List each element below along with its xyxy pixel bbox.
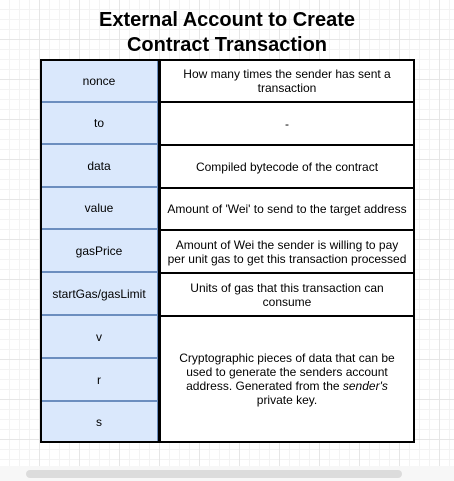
field-gasprice[interactable]: gasPrice [40,229,158,272]
signature-description-after: private key. [256,393,318,407]
field-r[interactable]: r [40,358,158,401]
field-s[interactable]: s [40,401,158,443]
field-value[interactable]: value [40,187,158,229]
field-v[interactable]: v [40,315,158,358]
description-startgas[interactable]: Units of gas that this transaction can c… [159,272,415,317]
description-value[interactable]: Amount of 'Wei' to send to the target ad… [159,187,415,231]
signature-description-emphasis: sender's [342,379,388,393]
horizontal-scrollbar-thumb[interactable] [26,470,402,478]
description-to[interactable]: - [159,101,415,146]
description-gasprice[interactable]: Amount of Wei the sender is willing to p… [159,229,415,274]
title-line-2: Contract Transaction [126,34,328,56]
description-data[interactable]: Compiled bytecode of the contract [159,144,415,189]
diagram-title: External Account to Create Contract Tran… [0,8,454,58]
field-startgas-gaslimit[interactable]: startGas/gasLimit [40,272,158,315]
title-line-1: External Account to Create [99,9,355,31]
description-signature-vrs[interactable]: Cryptographic pieces of data that can be… [159,315,415,443]
field-to[interactable]: to [40,102,158,144]
diagram-canvas: External Account to Create Contract Tran… [0,0,454,481]
field-data[interactable]: data [40,144,158,187]
signature-description-text: Cryptographic pieces of data that can be… [167,351,407,407]
field-nonce[interactable]: nonce [40,60,158,102]
description-nonce[interactable]: How many times the sender has sent a tra… [159,59,415,103]
